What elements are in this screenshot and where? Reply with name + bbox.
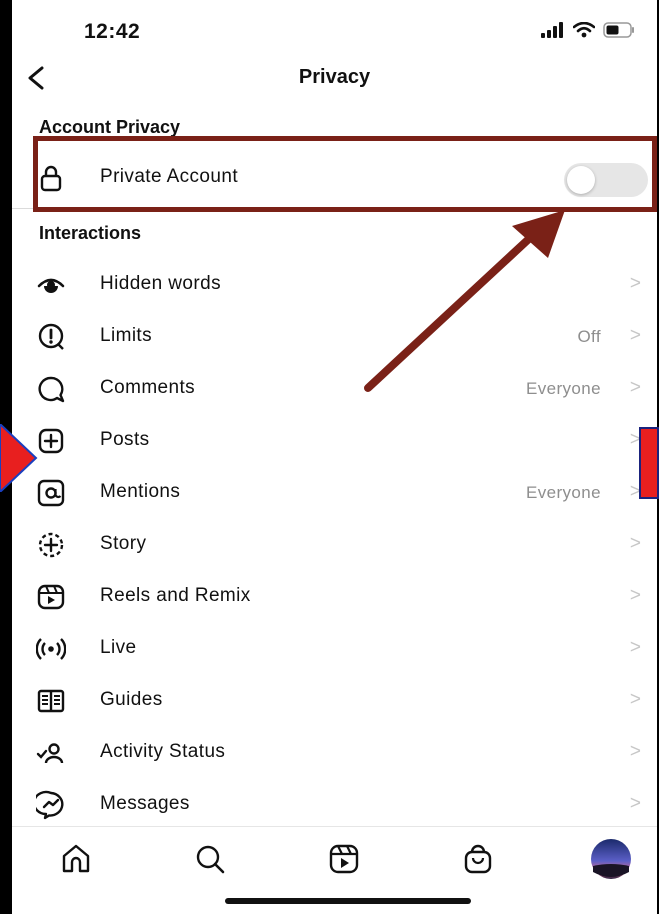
chevron-right-icon: > bbox=[629, 377, 641, 398]
chevron-right-icon: > bbox=[629, 793, 641, 814]
chevron-right-icon: > bbox=[629, 689, 641, 710]
chevron-right-icon: > bbox=[629, 585, 641, 606]
page-title: Privacy bbox=[298, 66, 371, 88]
row-label: Comments bbox=[100, 377, 196, 398]
guides-icon bbox=[37, 689, 65, 713]
section-header-account-privacy: Account Privacy bbox=[39, 117, 181, 137]
row-guides[interactable]: Guides > bbox=[12, 675, 657, 727]
reels-tab-icon[interactable] bbox=[326, 841, 362, 877]
row-reels-and-remix[interactable]: Reels and Remix > bbox=[12, 571, 657, 623]
annotation-highlight-box bbox=[33, 136, 657, 212]
limits-icon bbox=[38, 323, 64, 350]
eye-icon bbox=[37, 278, 65, 293]
row-live[interactable]: Live > bbox=[12, 623, 657, 675]
row-label: Hidden words bbox=[100, 273, 221, 294]
row-posts[interactable]: Posts > bbox=[12, 415, 657, 467]
at-icon bbox=[37, 479, 65, 507]
row-label: Activity Status bbox=[100, 741, 226, 762]
row-label: Live bbox=[100, 637, 137, 658]
row-label: Story bbox=[100, 533, 147, 554]
row-value: Everyone bbox=[525, 483, 601, 502]
live-icon bbox=[36, 638, 66, 660]
signal-icon bbox=[541, 22, 563, 38]
row-label: Posts bbox=[100, 429, 150, 450]
row-value: Off bbox=[577, 327, 601, 346]
battery-icon bbox=[603, 22, 634, 38]
system-icons bbox=[541, 22, 635, 38]
plus-square-icon bbox=[38, 428, 64, 454]
home-indicator bbox=[225, 898, 471, 904]
row-messages[interactable]: Messages > bbox=[12, 779, 657, 831]
reels-icon bbox=[37, 584, 65, 610]
row-label: Messages bbox=[100, 793, 190, 814]
row-label: Reels and Remix bbox=[100, 585, 251, 606]
nav-bar: Privacy bbox=[12, 60, 657, 100]
comment-icon bbox=[38, 376, 65, 403]
chevron-right-icon: > bbox=[629, 741, 641, 762]
row-limits[interactable]: Limits Off > bbox=[12, 311, 657, 363]
annotation-right-marker bbox=[639, 427, 659, 499]
chevron-right-icon: > bbox=[629, 273, 641, 294]
activity-status-icon bbox=[36, 743, 64, 764]
search-icon[interactable] bbox=[192, 841, 228, 877]
row-activity-status[interactable]: Activity Status > bbox=[12, 727, 657, 779]
row-story[interactable]: Story > bbox=[12, 519, 657, 571]
profile-avatar[interactable] bbox=[590, 838, 632, 880]
row-comments[interactable]: Comments Everyone > bbox=[12, 363, 657, 415]
row-hidden-words[interactable]: Hidden words > bbox=[12, 259, 657, 311]
home-icon[interactable] bbox=[58, 841, 94, 877]
story-add-icon bbox=[38, 532, 64, 558]
row-mentions[interactable]: Mentions Everyone > bbox=[12, 467, 657, 519]
row-label: Guides bbox=[100, 689, 163, 710]
shop-icon[interactable] bbox=[460, 841, 496, 877]
chevron-right-icon: > bbox=[629, 637, 641, 658]
row-label: Mentions bbox=[100, 481, 181, 502]
chevron-right-icon: > bbox=[629, 533, 641, 554]
annotation-left-marker bbox=[0, 424, 38, 492]
wifi-icon bbox=[573, 22, 595, 38]
status-time: 12:42 bbox=[84, 20, 141, 43]
row-label: Limits bbox=[100, 325, 153, 346]
messenger-icon bbox=[36, 790, 64, 820]
status-bar: 12:42 bbox=[12, 0, 657, 60]
row-value: Everyone bbox=[525, 379, 601, 398]
chevron-right-icon: > bbox=[629, 325, 641, 346]
section-header-interactions: Interactions bbox=[39, 223, 142, 243]
